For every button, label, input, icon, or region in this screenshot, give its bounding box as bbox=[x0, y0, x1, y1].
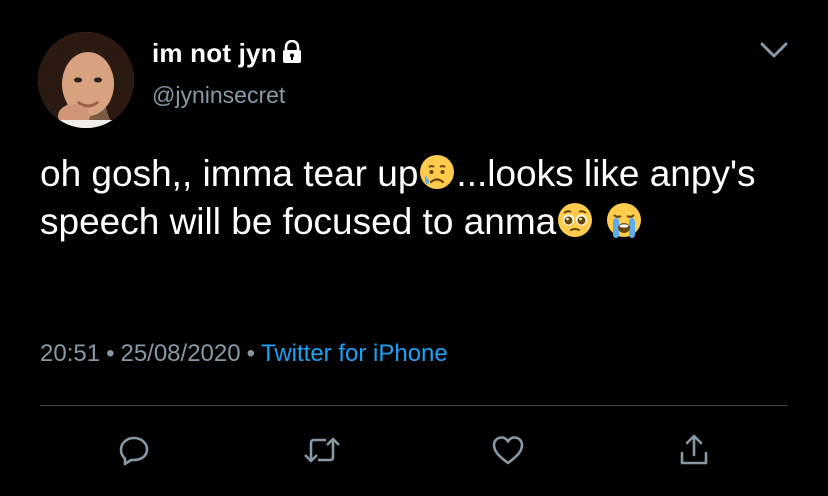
display-name[interactable]: im not jyn bbox=[152, 38, 277, 69]
tweet-source-link[interactable]: Twitter for iPhone bbox=[261, 340, 448, 367]
tweet-actions bbox=[0, 428, 828, 478]
tweet-card: im not jyn @jyninsecret oh gosh,, imma t… bbox=[0, 0, 828, 496]
tweet-text: oh gosh,, imma tear up ...looks like anpy… bbox=[40, 150, 780, 246]
pleading-face-icon bbox=[556, 201, 594, 239]
display-name-row: im not jyn bbox=[152, 38, 303, 69]
reply-button[interactable] bbox=[112, 428, 156, 472]
like-button[interactable] bbox=[486, 428, 530, 472]
crying-face-icon bbox=[418, 153, 456, 191]
share-button[interactable] bbox=[672, 428, 716, 472]
tweet-meta: 20:51 • 25/08/2020 • Twitter for iPhone bbox=[40, 340, 448, 368]
lock-icon bbox=[281, 39, 303, 69]
chevron-down-icon[interactable] bbox=[756, 34, 792, 64]
tweet-time: 20:51 bbox=[40, 340, 101, 367]
avatar[interactable] bbox=[38, 32, 134, 128]
loudly-crying-face-icon bbox=[605, 201, 643, 239]
tweet-date: 25/08/2020 bbox=[120, 340, 241, 367]
meta-separator: • bbox=[106, 340, 115, 367]
divider bbox=[40, 405, 788, 406]
user-handle[interactable]: @jyninsecret bbox=[152, 82, 285, 109]
share-icon bbox=[678, 433, 710, 467]
meta-separator-2: • bbox=[246, 340, 255, 367]
tweet-text-part-1: oh gosh,, imma tear up bbox=[40, 153, 419, 194]
retweet-button[interactable] bbox=[300, 428, 344, 472]
retweet-icon bbox=[302, 433, 342, 467]
reply-icon bbox=[117, 433, 151, 467]
heart-icon bbox=[490, 433, 526, 467]
